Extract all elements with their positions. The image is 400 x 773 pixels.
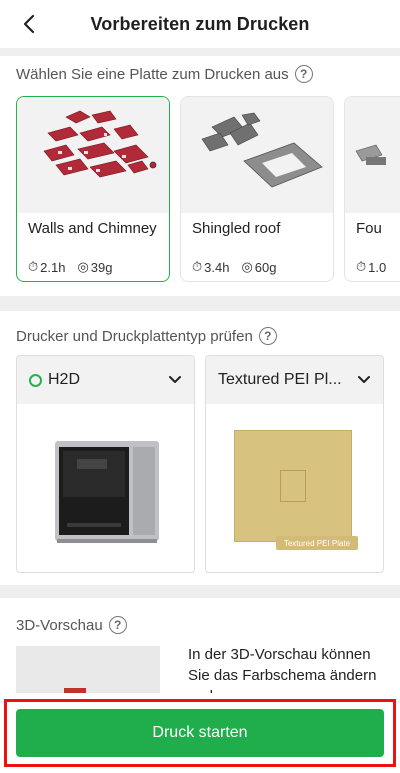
plate-thumbnail — [181, 97, 333, 213]
plate-list[interactable]: Walls and Chimney ⏱ 2.1h ◎ 39g Shingled … — [0, 96, 400, 284]
filament-weight: 60g — [254, 259, 277, 275]
plate-section-label: Wählen Sie eine Platte zum Drucken aus — [16, 65, 289, 83]
printer-selector[interactable]: H2D — [16, 355, 195, 573]
plate-section-title: Wählen Sie eine Platte zum Drucken aus ? — [16, 65, 313, 83]
printer-image — [17, 404, 194, 572]
plate-type-dropdown[interactable]: Textured PEI Pl... — [206, 356, 383, 404]
filament-icon: ◎ — [241, 259, 253, 274]
plate-image-label: Textured PEI Plate — [276, 536, 358, 550]
back-button[interactable] — [18, 12, 42, 36]
plate-name: Walls and Chimney — [28, 220, 157, 237]
plate-type-selector[interactable]: Textured PEI Pl... Textured PEI Plate — [205, 355, 384, 573]
build-plate-image: Textured PEI Plate — [206, 404, 383, 572]
filament-icon: ◎ — [77, 259, 89, 274]
plate-name: Shingled roof — [192, 220, 281, 237]
clock-icon: ⏱ — [192, 259, 203, 274]
preview-section-title: 3D-Vorschau ? — [16, 616, 127, 634]
online-status-icon — [29, 373, 42, 387]
plate-card-roof[interactable]: Shingled roof ⏱ 3.4h ◎ 60g — [180, 96, 334, 282]
print-prepare-screen: Vorbereiten zum Drucken Wählen Sie eine … — [0, 0, 400, 773]
print-time: 1.0 — [368, 259, 387, 275]
plate-type-label: Textured PEI Pl... — [218, 371, 342, 388]
help-icon[interactable]: ? — [108, 616, 127, 634]
page-title: Vorbereiten zum Drucken — [90, 13, 310, 34]
plate-stats: ⏱ 2.1h ◎ 39g — [28, 259, 113, 275]
help-icon[interactable]: ? — [258, 327, 277, 345]
print-time: 2.1h — [40, 259, 66, 275]
print-time: 3.4h — [204, 259, 230, 275]
filament-weight: 39g — [90, 259, 113, 275]
plate-card-walls[interactable]: Walls and Chimney ⏱ 2.1h ◎ 39g — [16, 96, 170, 282]
plate-thumbnail — [345, 97, 400, 213]
chevron-down-icon — [169, 376, 181, 383]
printer-section-title: Drucker und Druckplattentyp prüfen ? — [16, 327, 277, 345]
plate-stats: ⏱ 3.4h ◎ 60g — [192, 259, 277, 275]
clock-icon: ⏱ — [356, 259, 367, 274]
plate-stats: ⏱ 1.0 — [356, 259, 386, 275]
clock-icon: ⏱ — [28, 259, 39, 274]
printer-name: H2D — [48, 371, 81, 388]
plate-card-foundation[interactable]: Fou ⏱ 1.0 — [344, 96, 400, 282]
chevron-down-icon — [358, 376, 370, 383]
start-print-button[interactable]: Druck starten — [16, 709, 384, 757]
header: Vorbereiten zum Drucken — [0, 0, 400, 48]
plate-thumbnail — [17, 97, 169, 213]
chevron-left-icon — [23, 14, 35, 34]
printer-section-label: Drucker und Druckplattentyp prüfen — [16, 327, 253, 345]
preview-section-label: 3D-Vorschau — [16, 616, 103, 634]
printer-dropdown[interactable]: H2D — [17, 356, 194, 404]
plate-name: Fou — [356, 220, 382, 237]
help-icon[interactable]: ? — [294, 65, 313, 83]
